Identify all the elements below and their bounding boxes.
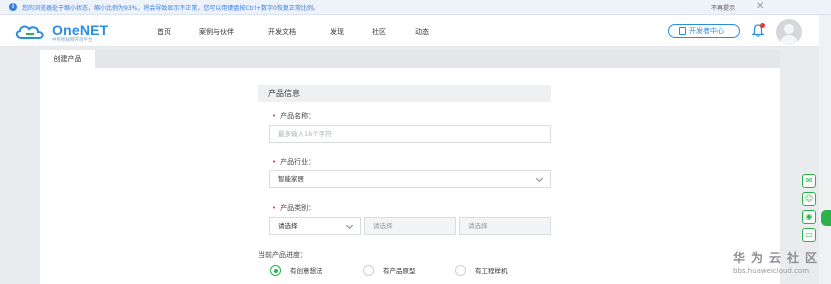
close-icon[interactable]: ✕ — [756, 1, 764, 13]
product-industry-select[interactable]: 智能家居 — [269, 170, 551, 188]
notification-dot — [760, 23, 765, 28]
location-icon[interactable]: ◉ — [802, 210, 816, 224]
zoom-notice-text: 您的浏览器处于缩小状态，缩小比例为93%，将会导致显示不正常，您可以用键盘按Ct… — [22, 5, 319, 12]
product-name-input[interactable]: 最多输入16个字符 — [269, 125, 551, 143]
radio-dot — [270, 265, 281, 276]
industry-selected-value: 智能家居 — [278, 175, 304, 183]
cloud-logo-icon — [15, 25, 44, 39]
float-service-tab[interactable] — [821, 210, 831, 226]
category-select-level3[interactable]: 请选择 — [459, 217, 551, 235]
brand-name: OneNET — [52, 22, 109, 38]
tab-bar: 创建产品 — [40, 50, 780, 68]
product-industry-label: • 产品行业： — [272, 158, 316, 166]
mail-icon[interactable]: ▭ — [802, 228, 816, 242]
nav-docs[interactable]: 开发文档 — [268, 27, 296, 37]
brand-tagline: 中移物联网开放平台 — [52, 38, 93, 43]
nav-discover[interactable]: 发现 — [330, 27, 344, 37]
radio-prototype[interactable]: 有产品原型 — [363, 265, 416, 277]
side-toolbar: ✉ ☺ ◉ ▭ — [798, 170, 820, 242]
right-edge-strip — [819, 15, 831, 284]
nav-home[interactable]: 首页 — [157, 27, 171, 37]
document-icon — [679, 27, 686, 35]
zoom-notice-bar: i 您的浏览器处于缩小状态，缩小比例为93%，将会导致显示不正常，您可以用键盘按… — [0, 0, 831, 15]
radio-idea[interactable]: 有创意想法 — [270, 265, 323, 277]
product-category-label: • 产品类别： — [272, 204, 316, 212]
nav-cases[interactable]: 案例与伙伴 — [199, 27, 234, 37]
radio-dot — [363, 265, 374, 276]
smile-icon[interactable]: ☺ — [802, 192, 816, 206]
progress-label: 当前产品进度： — [258, 251, 307, 259]
top-header: OneNET 中移物联网开放平台 首页 案例与伙伴 开发文档 发现 社区 动态 … — [0, 15, 831, 47]
chevron-down-icon — [535, 174, 544, 183]
category-select-level1[interactable]: 请选择 — [269, 217, 361, 235]
notification-bell-icon[interactable] — [751, 23, 765, 37]
radio-dot — [455, 265, 466, 276]
radio-engineering-sample[interactable]: 有工程样机 — [455, 265, 508, 277]
watermark-url: bbs.huaweicloud.com — [733, 267, 810, 275]
developer-center-label: 开发者中心 — [689, 27, 724, 35]
category-select-level2[interactable]: 请选择 — [364, 217, 456, 235]
section-title: 产品信息 — [258, 85, 551, 102]
huawei-cloud-watermark: 华为云社区 bbs.huaweicloud.com — [733, 249, 825, 275]
chevron-down-icon — [345, 221, 354, 230]
watermark-title: 华为云社区 — [733, 251, 824, 265]
tab-create-product[interactable]: 创建产品 — [40, 50, 95, 68]
product-name-label: • 产品名称： — [272, 112, 316, 120]
category-select1-value: 请选择 — [278, 222, 298, 230]
nav-community[interactable]: 社区 — [372, 27, 386, 37]
nav-news[interactable]: 动态 — [415, 27, 429, 37]
chat-icon[interactable]: ✉ — [802, 174, 816, 188]
user-avatar[interactable] — [776, 19, 802, 45]
developer-center-button[interactable]: 开发者中心 — [668, 24, 740, 38]
dont-show-again-link[interactable]: 不再提示 — [711, 3, 735, 12]
info-icon: i — [9, 3, 17, 11]
onenet-logo[interactable]: OneNET 中移物联网开放平台 — [14, 21, 124, 43]
